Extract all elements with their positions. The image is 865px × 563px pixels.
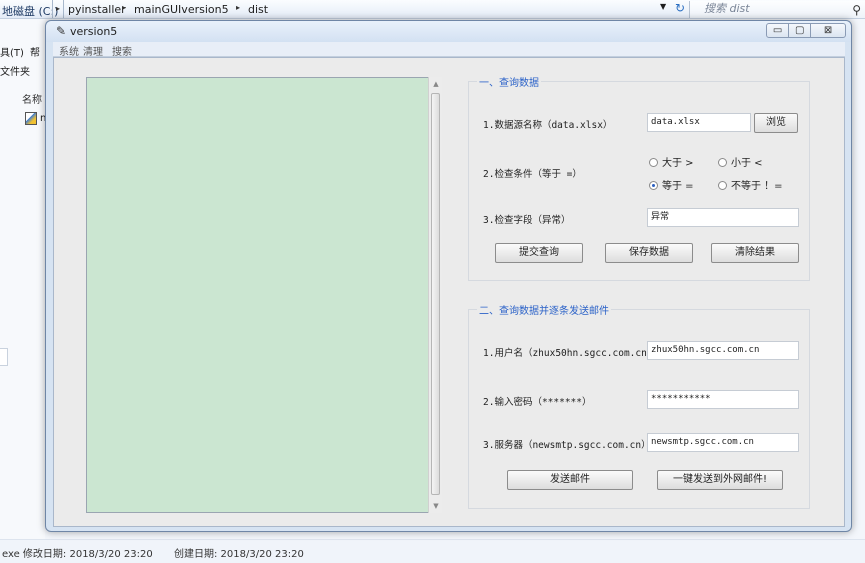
menu-clean[interactable]: 清理	[83, 43, 103, 58]
radio-icon	[718, 181, 727, 190]
send-external-mail-button[interactable]: 一键发送到外网邮件!	[657, 470, 783, 490]
send-mail-button[interactable]: 发送邮件	[507, 470, 633, 490]
feather-icon: ✎	[56, 24, 67, 38]
password-label: 2.输入密码（*******）	[483, 397, 592, 408]
source-label: 1.数据源名称（data.xlsx）	[483, 120, 613, 131]
search-icon[interactable]: ⚲	[852, 2, 861, 18]
user-field[interactable]: zhux50hn.sgcc.com.cn	[647, 341, 799, 360]
radio-greater[interactable]: 大于 >	[649, 154, 694, 169]
server-label: 3.服务器（newsmtp.sgcc.com.cn）	[483, 440, 651, 451]
query-group-title: 一、查询数据	[477, 74, 541, 89]
splitter-handle[interactable]	[0, 348, 8, 366]
radio-selected-icon	[649, 181, 658, 190]
client-area: ▲ ▼ 一、查询数据 1.数据源名称（data.xlsx） data.xlsx …	[53, 57, 845, 527]
crumb-separator-icon[interactable]: ▸	[52, 0, 64, 18]
submit-query-button[interactable]: 提交查询	[495, 243, 583, 263]
maximize-button[interactable]: ▢	[789, 24, 812, 37]
app-window: ✎ version5 ▭ ▢ ⊠ 系统 清理 搜索 ▲ ▼ 一、查询数据 1.数…	[45, 20, 852, 532]
condition-label: 2.检查条件（等于 =）	[483, 169, 582, 180]
window-title: version5	[70, 25, 118, 38]
scroll-down-icon[interactable]: ▼	[429, 499, 443, 513]
mail-group: 二、查询数据并逐条发送邮件 1.用户名（zhux50hn.sgcc.com.cn…	[468, 302, 810, 509]
chevron-right-icon[interactable]: ▸	[236, 3, 240, 12]
explorer-status-bar: exe 修改日期: 2018/3/20 23:20 创建日期: 2018/3/2…	[0, 539, 865, 563]
textarea-scrollbar[interactable]: ▲ ▼	[428, 77, 442, 513]
user-label: 1.用户名（zhux50hn.sgcc.com.cn）	[483, 348, 657, 359]
refresh-icon[interactable]: ↻	[675, 1, 685, 15]
field-label: 3.检查字段（异常）	[483, 215, 571, 226]
drive-crumb[interactable]: 地磁盘 (C:)	[2, 3, 58, 19]
window-controls: ▭ ▢ ⊠	[766, 23, 846, 38]
radio-not-equal[interactable]: 不等于 ！=	[718, 177, 783, 192]
column-header-name[interactable]: 名称	[22, 91, 42, 106]
radio-icon	[649, 158, 658, 167]
menu-help[interactable]: 帮	[30, 44, 40, 59]
password-field[interactable]: ***********	[647, 390, 799, 409]
explorer-address-bar: 地磁盘 (C:) ▸ pyinstaller ▸ mainGUIversion5…	[0, 0, 865, 19]
mail-group-title: 二、查询数据并逐条发送邮件	[477, 302, 611, 317]
save-data-button[interactable]: 保存数据	[605, 243, 693, 263]
radio-equal[interactable]: 等于 =	[649, 177, 694, 192]
result-textarea[interactable]	[86, 77, 432, 513]
status-modified: exe 修改日期: 2018/3/20 23:20	[2, 549, 153, 560]
breadcrumb-pyinstaller[interactable]: pyinstaller	[68, 3, 126, 16]
explorer-left-pane: 具(T) 帮 文件夹 名称 n	[0, 19, 46, 545]
menu-bar: 系统 清理 搜索	[53, 42, 845, 58]
radio-icon	[718, 158, 727, 167]
menu-tools[interactable]: 具(T)	[0, 44, 24, 59]
minimize-button[interactable]: ▭	[767, 24, 790, 37]
radio-equal-label: 等于 =	[662, 181, 694, 192]
breadcrumb-dist[interactable]: dist	[248, 3, 268, 16]
server-field[interactable]: newsmtp.sgcc.com.cn	[647, 433, 799, 452]
scroll-up-icon[interactable]: ▲	[429, 77, 443, 91]
menu-system[interactable]: 系统	[59, 43, 79, 58]
source-field[interactable]: data.xlsx	[647, 113, 751, 132]
search-input[interactable]: 搜索 dist ⚲	[689, 1, 865, 18]
file-icon[interactable]	[25, 112, 37, 125]
chevron-down-icon[interactable]: ▼	[660, 2, 666, 11]
breadcrumb-maingui[interactable]: mainGUIversion5	[134, 3, 229, 16]
sidebar-item-folders[interactable]: 文件夹	[0, 63, 30, 78]
chevron-right-icon[interactable]: ▸	[122, 3, 126, 12]
query-group: 一、查询数据 1.数据源名称（data.xlsx） data.xlsx 浏览 2…	[468, 74, 810, 281]
close-button[interactable]: ⊠	[811, 24, 845, 37]
clear-results-button[interactable]: 清除结果	[711, 243, 799, 263]
check-field-input[interactable]: 异常	[647, 208, 799, 227]
radio-less[interactable]: 小于 <	[718, 154, 763, 169]
title-bar[interactable]: ✎ version5 ▭ ▢ ⊠	[46, 21, 851, 42]
search-placeholder: 搜索 dist	[704, 2, 750, 15]
browse-button[interactable]: 浏览	[754, 113, 798, 133]
status-created: 创建日期: 2018/3/20 23:20	[174, 549, 304, 560]
scroll-thumb[interactable]	[431, 93, 440, 495]
radio-greater-label: 大于 >	[662, 158, 694, 169]
radio-less-label: 小于 <	[731, 158, 763, 169]
radio-not-equal-label: 不等于 ！=	[731, 181, 783, 192]
menu-search[interactable]: 搜索	[112, 43, 132, 58]
